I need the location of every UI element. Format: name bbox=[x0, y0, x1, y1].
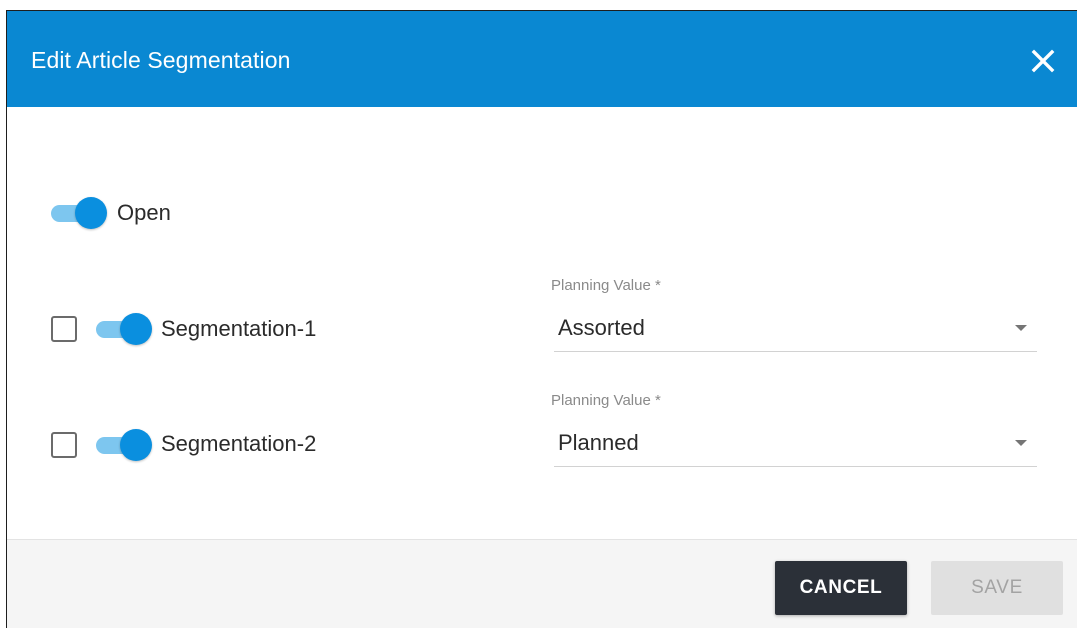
close-icon bbox=[1031, 49, 1055, 73]
segmentation-1-toggle[interactable] bbox=[96, 313, 152, 345]
segmentation-2-toggle[interactable] bbox=[96, 429, 152, 461]
segmentation-1-planning-select[interactable]: Assorted bbox=[554, 305, 1037, 352]
select-value: Assorted bbox=[558, 315, 645, 340]
open-toggle-label: Open bbox=[117, 200, 171, 225]
toggle-thumb bbox=[75, 197, 107, 229]
toggle-thumb bbox=[120, 429, 152, 461]
edit-segmentation-dialog: Edit Article Segmentation Open Segmentat… bbox=[6, 10, 1077, 628]
toggle-thumb bbox=[120, 313, 152, 345]
segmentation-2-planning-select[interactable]: Planned bbox=[554, 420, 1037, 467]
save-button[interactable]: SAVE bbox=[931, 561, 1063, 615]
dialog-header: Edit Article Segmentation bbox=[7, 11, 1077, 107]
segmentation-2-field-label: Planning Value * bbox=[551, 392, 661, 409]
dropdown-arrow-icon bbox=[1015, 325, 1027, 331]
segmentation-2-label: Segmentation-2 bbox=[161, 431, 317, 456]
dropdown-arrow-icon bbox=[1015, 440, 1027, 446]
close-button[interactable] bbox=[1026, 44, 1060, 78]
select-value: Planned bbox=[558, 430, 639, 455]
segmentation-1-field-label: Planning Value * bbox=[551, 277, 661, 294]
open-toggle[interactable] bbox=[51, 197, 107, 229]
dialog-footer: CANCEL SAVE bbox=[7, 539, 1077, 628]
segmentation-1-checkbox[interactable] bbox=[51, 316, 77, 342]
dialog-title: Edit Article Segmentation bbox=[31, 47, 291, 73]
cancel-button[interactable]: CANCEL bbox=[775, 561, 907, 615]
segmentation-1-label: Segmentation-1 bbox=[161, 316, 317, 341]
segmentation-2-checkbox[interactable] bbox=[51, 432, 77, 458]
